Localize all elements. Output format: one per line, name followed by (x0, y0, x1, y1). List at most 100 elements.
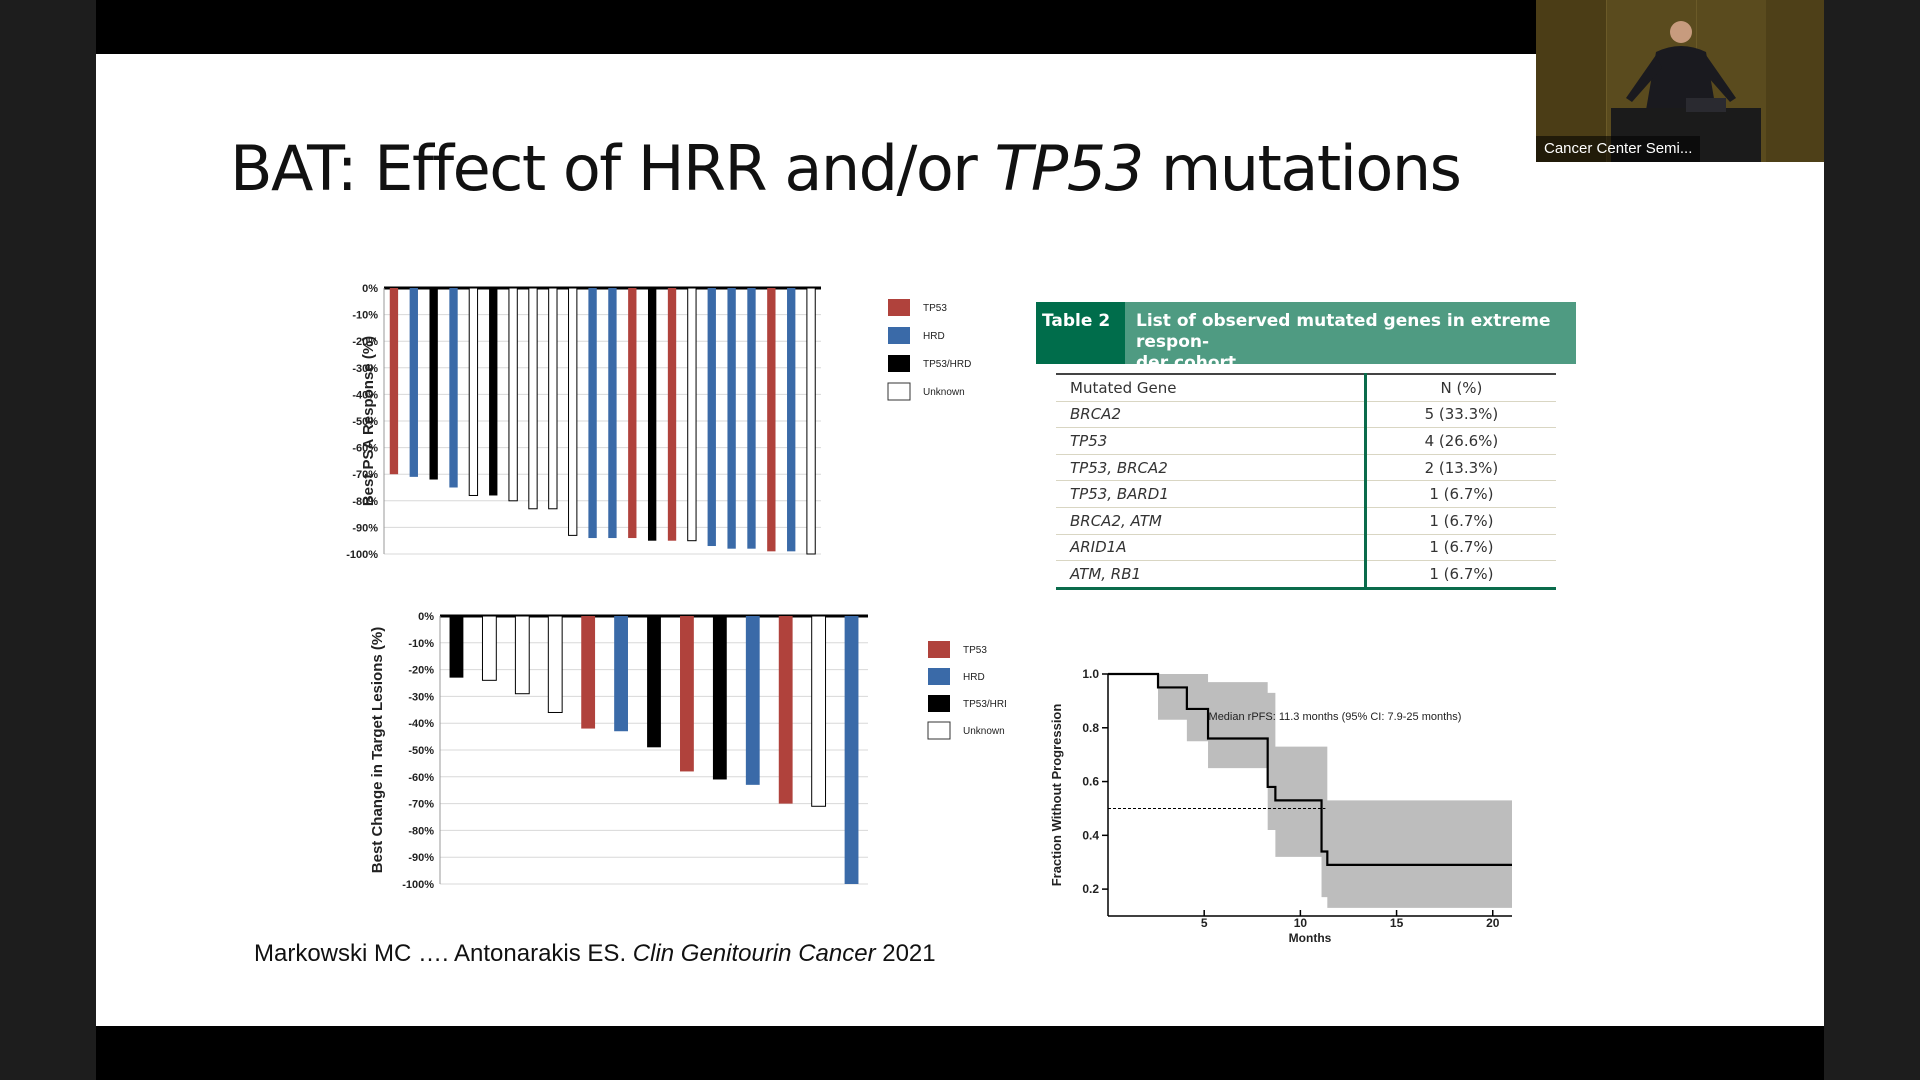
count-cell: 1 (6.7%) (1363, 560, 1556, 589)
gene-cell: ATM, RB1 (1056, 560, 1366, 589)
target-y-tick-label: 0% (418, 611, 434, 623)
target-y-tick-label: -100% (402, 879, 434, 891)
gene-table: Mutated Gene N (%) BRCA2 5 (33.3%) TP53 4 (… (1056, 373, 1556, 590)
psa-legend-label: Unknown (923, 387, 965, 398)
target-bar (547, 615, 563, 713)
target-bar (712, 616, 727, 780)
psa-bar (747, 288, 756, 549)
psa-bar (468, 287, 479, 496)
target-bar (614, 616, 628, 732)
target-bar (745, 616, 760, 785)
table-row: BRCA2, ATM 1 (6.7%) (1056, 507, 1556, 535)
psa-bar (409, 288, 418, 477)
target-bar (647, 616, 661, 748)
psa-bar (548, 287, 558, 510)
table-caption: List of observed mutated genes in extrem… (1136, 311, 1551, 373)
psa-legend-swatch (888, 355, 910, 372)
target-legend-label: Unknown (963, 726, 1005, 737)
target-bar (811, 615, 827, 807)
psa-bar (588, 288, 597, 539)
gene-cell: BRCA2, ATM (1056, 507, 1366, 535)
count-cell: 1 (6.7%) (1363, 480, 1556, 508)
target-bar (581, 616, 596, 729)
psa-legend-label: TP53 (923, 303, 947, 314)
psa-bar (707, 288, 716, 547)
gene-cell: BRCA2 (1056, 401, 1366, 429)
psa-y-tick-label: -90% (352, 522, 378, 534)
psa-bar (508, 287, 518, 502)
target-legend-swatch (928, 641, 950, 658)
km-x-tick-label: 15 (1390, 916, 1404, 930)
video-bottom-letterbox (96, 1026, 1824, 1080)
km-y-axis-label: Fraction Without Progression (1049, 704, 1064, 887)
mutated-genes-table: Table 2 List of observed mutated genes i… (1036, 302, 1576, 590)
psa-bar (608, 288, 617, 539)
target-y-tick-label: -80% (408, 825, 434, 837)
psa-bar (806, 287, 816, 555)
psa-bar (568, 287, 578, 536)
column-header-gene: Mutated Gene (1056, 374, 1366, 402)
target-bar (481, 615, 497, 681)
km-y-tick-label: 0.2 (1082, 882, 1099, 896)
psa-bar (628, 288, 637, 539)
table-row: BRCA2 5 (33.3%) (1056, 401, 1556, 429)
table-row: ATM, RB1 1 (6.7%) (1056, 560, 1556, 589)
column-header-n: N (%) (1363, 374, 1556, 402)
target-y-tick-label: -40% (408, 718, 434, 730)
count-cell: 4 (26.6%) (1363, 427, 1556, 455)
km-x-axis-label: Months (1289, 931, 1332, 945)
gene-cell: TP53, BRCA2 (1056, 454, 1366, 482)
target-legend-swatch (927, 721, 951, 740)
table-row: ARID1A 1 (6.7%) (1056, 534, 1556, 562)
target-legend-label: TP53 (963, 645, 987, 656)
count-cell: 1 (6.7%) (1363, 534, 1556, 562)
psa-bar (528, 287, 538, 510)
target-y-tick-label: -70% (408, 799, 434, 811)
psa-bar (727, 288, 736, 549)
presentation-slide: BAT: Effect of HRR and/or TP53 mutations… (96, 54, 1824, 1026)
km-x-tick-label: 5 (1201, 916, 1208, 930)
target-y-tick-label: -20% (408, 665, 434, 677)
count-cell: 1 (6.7%) (1363, 507, 1556, 535)
km-x-tick-label: 10 (1294, 916, 1308, 930)
psa-y-axis-label: Best PSA Response (%) (360, 336, 377, 506)
target-y-tick-label: -60% (408, 772, 434, 784)
km-survival-chart: 1.0 0.8 0.6 0.4 0.2 5 10 15 20 Months Fraction Wit… (1049, 667, 1512, 945)
target-legend-label: HRD (963, 672, 985, 683)
gene-cell: ARID1A (1056, 534, 1366, 562)
speaker-video-tile[interactable]: Cancer Center Semi... (1536, 0, 1824, 162)
psa-bar (389, 288, 399, 475)
table-row: TP53 4 (26.6%) (1056, 427, 1556, 455)
target-y-axis-label: Best Change in Target Lesions (%) (369, 627, 386, 873)
psa-bar (787, 288, 796, 552)
target-legend-swatch (928, 695, 950, 712)
km-confidence-band (1158, 674, 1512, 908)
target-y-tick-label: -10% (408, 638, 434, 650)
target-bar (778, 616, 793, 804)
target-bar (514, 615, 530, 695)
gene-cell: TP53 (1056, 427, 1366, 455)
citation: Markowski MC …. Antonarakis ES. Clin Gen… (254, 940, 936, 967)
target-legend-swatch (928, 668, 950, 685)
speaker-name-label: Cancer Center Semi... (1536, 136, 1701, 162)
count-cell: 5 (33.3%) (1363, 401, 1556, 429)
target-y-tick-label: -90% (408, 852, 434, 864)
psa-bar (667, 288, 677, 541)
psa-bar (489, 288, 498, 496)
slide-title: BAT: Effect of HRR and/or TP53 mutations (230, 132, 1462, 205)
target-legend-label: TP53/HRD (963, 699, 1006, 710)
target-lesion-chart: 0% -10% -20% -30% -40% -50% -60% -70% -80% -90% -1… (369, 611, 1006, 891)
psa-legend-label: TP53/HRD (923, 359, 971, 370)
target-bar (449, 616, 464, 678)
psa-legend-swatch (887, 382, 911, 401)
km-y-tick-label: 0.8 (1082, 721, 1099, 735)
psa-legend-swatch (888, 327, 910, 344)
psa-y-tick-label: 0% (362, 283, 378, 295)
table-header: Table 2 List of observed mutated genes i… (1036, 302, 1576, 373)
table-tag: Table 2 (1036, 302, 1125, 364)
target-y-tick-label: -50% (408, 745, 434, 757)
psa-legend-label: HRD (923, 331, 945, 342)
target-y-tick-label: -30% (408, 691, 434, 703)
gene-cell: TP53, BARD1 (1056, 480, 1366, 508)
psa-bar (767, 288, 776, 552)
